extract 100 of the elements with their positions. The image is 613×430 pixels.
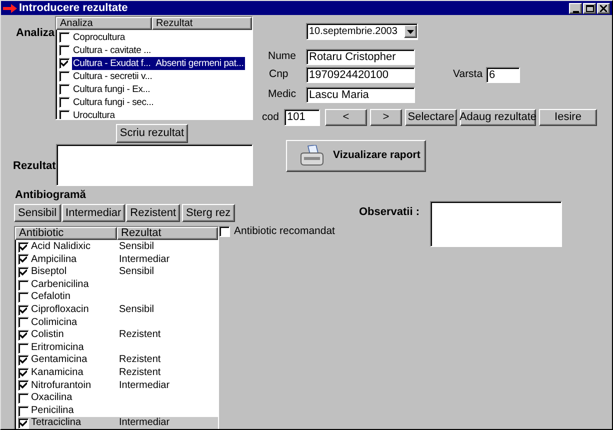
checkbox[interactable] [59, 84, 70, 95]
list-row[interactable]: Cefalotin [18, 291, 218, 304]
list-row[interactable]: Colimicina [18, 316, 218, 330]
rezultat-field[interactable] [56, 144, 253, 186]
table-cell-text: Colimicina [31, 316, 78, 330]
checkbox[interactable] [59, 58, 70, 69]
field-label: cod [262, 110, 280, 125]
button[interactable]: Scriu rezultat [116, 124, 188, 143]
checkbox[interactable] [18, 254, 29, 266]
list-row[interactable]: Kanamicina Rezistent [18, 366, 218, 380]
date-dropdown[interactable]: 10.septembrie.2003 [306, 23, 418, 40]
list-row[interactable]: Acid Nalidixic Sensibil [18, 241, 218, 254]
maximize-button[interactable] [583, 2, 596, 14]
field-label: Cnp [269, 67, 290, 82]
column-header[interactable]: Analiza [56, 17, 152, 30]
report-button[interactable]: Vizualizare raport [286, 140, 426, 172]
checkbox[interactable] [18, 368, 29, 379]
list-row[interactable]: Urocultura [59, 109, 252, 119]
table-cell-text: Nitrofurantoin [31, 380, 92, 392]
button[interactable]: Rezistent [126, 204, 180, 222]
button[interactable]: Intermediar [62, 204, 126, 222]
table-cell-text: Carbenicilina [31, 278, 90, 292]
checkbox[interactable] [219, 226, 230, 237]
table-cell-text: Ampicilina [31, 254, 78, 266]
table-cell-text: Cultura fungi - Ex... [72, 83, 152, 96]
list-row[interactable]: Biseptol Sensibil [18, 266, 218, 279]
section-heading: Antibiogramă [14, 188, 87, 202]
input-field[interactable]: 101 [284, 109, 320, 126]
table-cell-text: Acid Nalidixic [31, 241, 92, 254]
checkbox[interactable] [18, 330, 29, 341]
analiza-label: Analiza [15, 26, 55, 41]
analiza-list[interactable]: Analiza Rezultat Coprocultura Cultura - cavitate ... Cultura - Exudat f... Absenti germeni pat... Cultura - secretii v... Cultura fungi - Ex... Cultura fungi - sec... Urocultura [55, 16, 253, 120]
button[interactable]: < [325, 109, 367, 126]
column-header[interactable]: Rezultat [117, 227, 218, 240]
list-row[interactable]: Penicilina [18, 404, 218, 418]
button[interactable]: > [370, 109, 402, 126]
list-row[interactable]: Coprocultura [59, 31, 252, 44]
table-cell-text: Biseptol [31, 266, 68, 279]
input-field[interactable]: Lascu Maria [306, 87, 415, 103]
list-row[interactable]: Cultura - cavitate ... [59, 44, 252, 57]
table-cell-text: Tetraciclina [31, 417, 82, 429]
checkbox[interactable] [18, 266, 29, 278]
checkbox[interactable] [18, 304, 29, 316]
checkbox[interactable] [59, 45, 70, 56]
list-row[interactable]: Carbenicilina [18, 278, 218, 292]
list-row[interactable]: Eritromicina [18, 342, 218, 354]
table-cell-text: Absenti germeni pat... [154, 57, 245, 70]
checkbox[interactable] [18, 406, 29, 417]
list-row[interactable]: Oxacilina [18, 392, 218, 405]
list-row[interactable]: Gentamicina Rezistent [18, 354, 218, 367]
rezultat-label: Rezultat [12, 159, 56, 174]
list-row[interactable]: Ciprofloxacin Sensibil [18, 304, 218, 317]
button[interactable]: Sterg rez [182, 204, 235, 222]
field-label: Varsta [453, 67, 484, 82]
checkbox[interactable] [18, 242, 29, 253]
list-row[interactable]: Ampicilina Intermediar [18, 254, 218, 266]
button[interactable]: Selectare [405, 109, 457, 126]
input-field[interactable]: 6 [486, 67, 520, 83]
table-cell-text: Cultura - cavitate ... [72, 44, 152, 57]
checkbox[interactable] [18, 392, 29, 404]
button[interactable]: Iesire [539, 109, 597, 126]
checkbox[interactable] [18, 418, 29, 429]
checkbox[interactable] [59, 110, 70, 119]
input-field[interactable]: Rotaru Cristopher [306, 49, 415, 65]
checkbox[interactable] [59, 32, 70, 43]
table-cell-text: Eritromicina [31, 342, 85, 354]
checkbox[interactable] [18, 317, 29, 328]
list-row[interactable]: Tetraciclina Intermediar [18, 417, 218, 429]
column-header[interactable]: Rezultat [152, 17, 252, 30]
close-button[interactable] [597, 2, 610, 14]
checkbox[interactable] [18, 292, 29, 304]
table-cell-text: Penicilina [31, 404, 75, 418]
table-cell: Intermediar [119, 417, 170, 429]
list-row[interactable]: Cultura fungi - Ex... [59, 83, 252, 96]
list-row[interactable]: Colistin Rezistent [18, 329, 218, 342]
maximize-icon [586, 4, 594, 12]
checkbox[interactable] [18, 355, 29, 366]
list-row[interactable]: Cultura - secretii v... [59, 70, 252, 83]
list-row[interactable]: Nitrofurantoin Intermediar [18, 380, 218, 392]
input-field[interactable]: 1970924420100 [306, 67, 415, 83]
table-cell-text: Cultura fungi - sec... [72, 96, 155, 109]
window-title: Introducere rezultate [19, 2, 128, 14]
table-cell-text: Coprocultura [72, 31, 126, 44]
printer-icon [299, 145, 325, 167]
table-cell: Sensibil [119, 266, 154, 279]
list-row[interactable]: Cultura fungi - sec... [59, 96, 252, 109]
table-cell: Intermediar [119, 254, 170, 266]
column-header[interactable]: Antibiotic [15, 227, 117, 240]
minimize-icon [572, 10, 578, 12]
field-label: Medic [268, 87, 298, 102]
minimize-button[interactable] [569, 2, 582, 14]
table-cell: Sensibil [119, 241, 154, 254]
checkbox[interactable] [18, 380, 29, 392]
button[interactable]: Sensibil [14, 204, 61, 222]
antibiotic-list[interactable] [14, 226, 219, 429]
checkbox[interactable] [59, 71, 70, 82]
checkbox[interactable] [18, 342, 29, 354]
checkbox[interactable] [18, 280, 29, 291]
checkbox[interactable] [59, 97, 70, 108]
observatii-field[interactable] [430, 201, 562, 247]
